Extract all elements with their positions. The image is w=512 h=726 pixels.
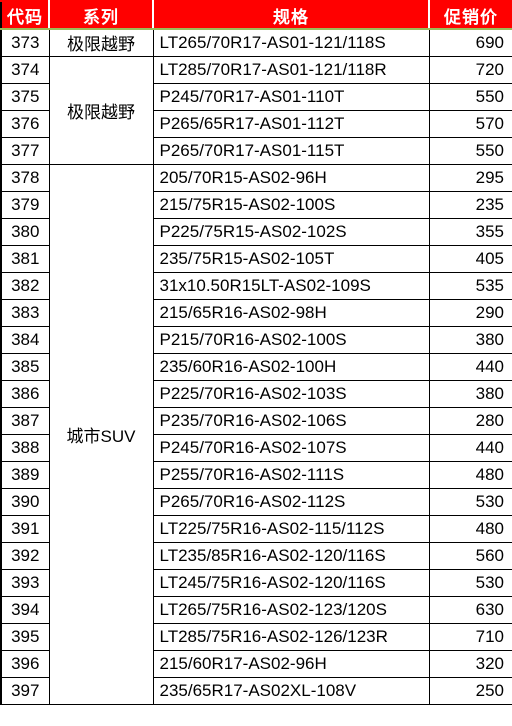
cell-series: 城市SUV — [48, 163, 154, 705]
cell-code: 377 — [0, 136, 50, 165]
cell-spec: P265/65R17-AS01-112T — [152, 109, 430, 138]
cell-code: 385 — [0, 352, 50, 381]
cell-spec: 31x10.50R15LT-AS02-109S — [152, 271, 430, 300]
cell-code: 378 — [0, 163, 50, 192]
cell-price: 250 — [428, 676, 512, 705]
cell-price: 530 — [428, 568, 512, 597]
table-body: 373 极限越野 LT265/70R17-AS01-121/118S 690 374 极限… — [0, 28, 512, 705]
cell-code: 394 — [0, 595, 50, 624]
cell-code: 393 — [0, 568, 50, 597]
cell-code: 391 — [0, 514, 50, 543]
cell-spec: 235/75R15-AS02-105T — [152, 244, 430, 273]
column-header-spec: 规格 — [152, 0, 430, 30]
cell-spec: P225/70R16-AS02-103S — [152, 379, 430, 408]
cell-price: 630 — [428, 595, 512, 624]
cell-price: 440 — [428, 433, 512, 462]
cell-code: 388 — [0, 433, 50, 462]
cell-spec: 205/70R15-AS02-96H — [152, 163, 430, 192]
cell-price: 280 — [428, 406, 512, 435]
cell-price: 320 — [428, 649, 512, 678]
cell-code: 392 — [0, 541, 50, 570]
cell-spec: P235/70R16-AS02-106S — [152, 406, 430, 435]
cell-code: 381 — [0, 244, 50, 273]
cell-price: 530 — [428, 487, 512, 516]
column-header-code: 代码 — [1, 0, 50, 30]
cell-spec: 215/75R15-AS02-100S — [152, 190, 430, 219]
cell-price: 235 — [428, 190, 512, 219]
cell-spec: LT285/70R17-AS01-121/118R — [152, 55, 430, 84]
cell-spec: P225/75R15-AS02-102S — [152, 217, 430, 246]
header-row: 代码 系列 规格 促销价 — [1, 0, 512, 30]
cell-price: 440 — [428, 352, 512, 381]
cell-price: 550 — [428, 136, 512, 165]
price-table: 代码 系列 规格 促销价 373 极限越野 LT265/70R17-AS01-121… — [0, 0, 512, 705]
table-header: 代码 系列 规格 促销价 — [1, 0, 512, 30]
cell-series: 极限越野 — [48, 28, 154, 57]
cell-price: 480 — [428, 514, 512, 543]
cell-spec: LT265/75R16-AS02-123/120S — [152, 595, 430, 624]
cell-spec: LT225/75R16-AS02-115/112S — [152, 514, 430, 543]
cell-spec: P245/70R17-AS01-110T — [152, 82, 430, 111]
cell-code: 382 — [0, 271, 50, 300]
cell-price: 290 — [428, 298, 512, 327]
cell-price: 550 — [428, 82, 512, 111]
cell-price: 380 — [428, 379, 512, 408]
cell-price: 560 — [428, 541, 512, 570]
cell-code: 384 — [0, 325, 50, 354]
cell-spec: P245/70R16-AS02-107S — [152, 433, 430, 462]
column-header-price: 促销价 — [428, 0, 512, 30]
cell-price: 480 — [428, 460, 512, 489]
cell-code: 379 — [0, 190, 50, 219]
cell-spec: 235/60R16-AS02-100H — [152, 352, 430, 381]
cell-code: 375 — [0, 82, 50, 111]
cell-code: 376 — [0, 109, 50, 138]
cell-price: 710 — [428, 622, 512, 651]
column-header-series: 系列 — [48, 0, 154, 30]
cell-price: 570 — [428, 109, 512, 138]
cell-code: 383 — [0, 298, 50, 327]
cell-code: 374 — [0, 55, 50, 84]
cell-price: 720 — [428, 55, 512, 84]
cell-code: 395 — [0, 622, 50, 651]
cell-code: 389 — [0, 460, 50, 489]
cell-code: 396 — [0, 649, 50, 678]
table-row: 373 极限越野 LT265/70R17-AS01-121/118S 690 — [0, 28, 512, 57]
cell-price: 535 — [428, 271, 512, 300]
cell-price: 295 — [428, 163, 512, 192]
cell-price: 405 — [428, 244, 512, 273]
cell-spec: P255/70R16-AS02-111S — [152, 460, 430, 489]
cell-spec: 215/65R16-AS02-98H — [152, 298, 430, 327]
cell-price: 690 — [428, 28, 512, 57]
cell-price: 380 — [428, 325, 512, 354]
cell-spec: P265/70R16-AS02-112S — [152, 487, 430, 516]
cell-spec: LT235/85R16-AS02-120/116S — [152, 541, 430, 570]
cell-code: 373 — [0, 28, 50, 57]
cell-code: 390 — [0, 487, 50, 516]
table-row: 378 城市SUV 205/70R15-AS02-96H 295 — [0, 163, 512, 705]
cell-code: 380 — [0, 217, 50, 246]
cell-spec: 215/60R17-AS02-96H — [152, 649, 430, 678]
cell-code: 387 — [0, 406, 50, 435]
cell-spec: LT265/70R17-AS01-121/118S — [152, 28, 430, 57]
cell-spec: LT245/75R16-AS02-120/116S — [152, 568, 430, 597]
cell-spec: LT285/75R16-AS02-126/123R — [152, 622, 430, 651]
cell-spec: 235/65R17-AS02XL-108V — [152, 676, 430, 705]
cell-price: 355 — [428, 217, 512, 246]
table-row: 374 极限越野 LT285/70R17-AS01-121/118R 720 — [0, 55, 512, 165]
cell-code: 386 — [0, 379, 50, 408]
cell-spec: P265/70R17-AS01-115T — [152, 136, 430, 165]
cell-series: 极限越野 — [48, 55, 154, 165]
cell-spec: P215/70R16-AS02-100S — [152, 325, 430, 354]
cell-code: 397 — [0, 676, 50, 705]
